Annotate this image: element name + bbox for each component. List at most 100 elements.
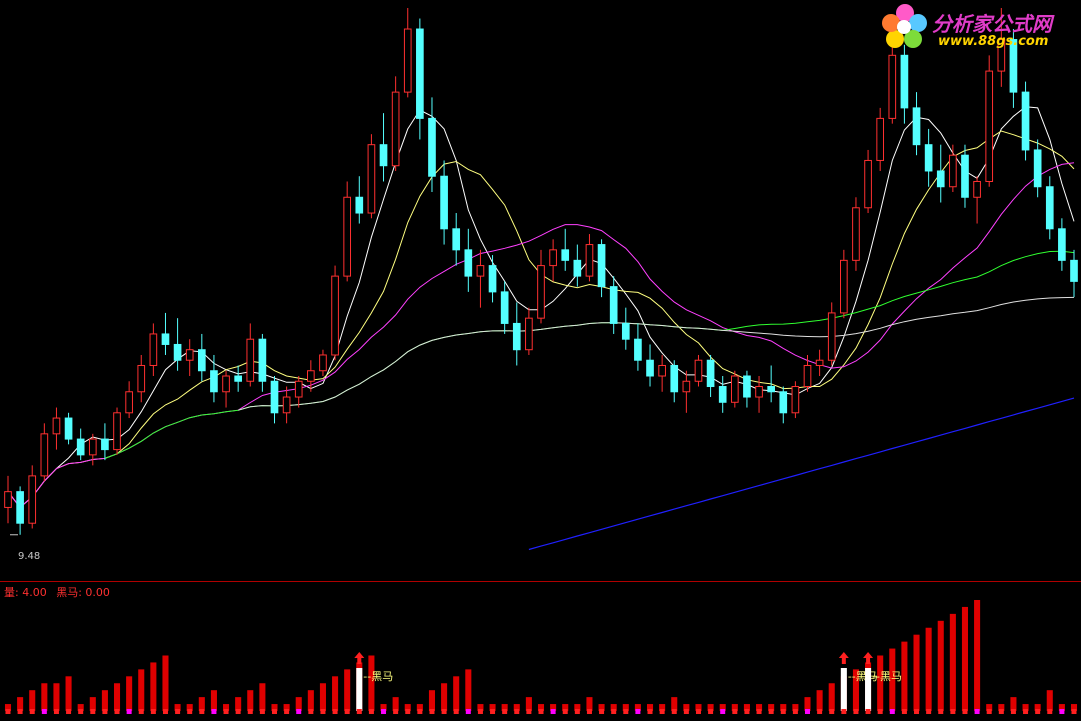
candle-body <box>307 370 315 382</box>
candle-body <box>343 196 352 277</box>
volume-bar <box>937 620 944 711</box>
baseline-dot <box>138 709 144 714</box>
up-arrow-icon <box>838 652 849 664</box>
candle-body <box>730 375 739 403</box>
candle-body <box>185 349 194 361</box>
baseline-dot <box>429 709 435 714</box>
candle-body <box>222 375 230 393</box>
baseline-dot <box>114 709 120 714</box>
up-arrow-icon <box>863 652 874 664</box>
baseline-dot <box>792 709 798 714</box>
stock-chart: --黑马 --黑马--黑马 <box>4 8 1078 714</box>
candle-body <box>500 291 509 324</box>
up-arrow-icon <box>354 652 365 664</box>
heima-signal-label: --黑马 <box>363 670 393 683</box>
volume-bar <box>913 634 920 711</box>
baseline-dot <box>41 709 47 714</box>
baseline-dot <box>477 709 483 714</box>
volume-bar <box>41 683 48 711</box>
indicator-legend: 量: 4.00 黑马: 0.00 <box>4 584 116 600</box>
baseline-dot <box>465 709 471 714</box>
volume-bar <box>210 690 217 711</box>
baseline-dot <box>296 709 302 714</box>
baseline-dot <box>356 709 362 714</box>
baseline-dot <box>90 709 96 714</box>
baseline-dot <box>671 709 677 714</box>
heima-signal-bar <box>840 668 847 711</box>
candle-body <box>597 244 606 288</box>
candle-body <box>428 117 436 177</box>
baseline-dot <box>998 709 1004 714</box>
baseline-dot <box>17 709 23 714</box>
candle-body <box>961 154 969 198</box>
candle-body <box>331 275 339 356</box>
candlesticks <box>4 8 1078 536</box>
candle-body <box>282 396 291 414</box>
baseline-dot <box>344 709 350 714</box>
volume-bar <box>126 676 133 711</box>
candle-body <box>779 391 788 414</box>
candle-body <box>973 180 981 198</box>
candle-body <box>52 417 61 435</box>
candle-body <box>1021 91 1030 151</box>
candle-body <box>234 375 242 382</box>
baseline-dot <box>368 709 374 714</box>
candle-body <box>161 333 170 345</box>
watermark-logo: 分析家公式网 www.88gs.com <box>880 2 1078 54</box>
candle-body <box>1033 149 1042 188</box>
candle-body <box>755 386 763 398</box>
baseline-dot <box>720 709 726 714</box>
baseline-dot <box>841 709 847 714</box>
ma120-line <box>238 296 1075 411</box>
volume-bar <box>804 697 811 711</box>
volume-bar <box>162 655 169 711</box>
candle-body <box>864 159 872 209</box>
candle-body <box>827 312 836 361</box>
candle-body <box>4 491 12 508</box>
baseline-dot <box>405 709 411 714</box>
baseline-dot <box>29 709 35 714</box>
volume-bar <box>17 697 24 711</box>
baseline-dot <box>1035 709 1041 714</box>
baseline-dot <box>901 709 907 714</box>
candle-body <box>525 317 533 351</box>
baseline-dot <box>308 709 314 714</box>
baseline-dot <box>877 709 883 714</box>
volume-bar <box>368 655 375 711</box>
baseline-dot <box>623 709 629 714</box>
ma250-line <box>528 397 1075 551</box>
baseline-dot <box>393 709 399 714</box>
candle-body <box>40 433 49 477</box>
baseline-dot <box>647 709 653 714</box>
candle-body <box>464 249 473 277</box>
candle-body <box>488 265 497 293</box>
candle-body <box>791 386 800 414</box>
baseline-dot <box>1023 709 1029 714</box>
volume-bar <box>138 669 145 711</box>
baseline-dot <box>223 709 229 714</box>
candle-body <box>355 196 364 214</box>
baseline-dot <box>962 709 968 714</box>
candle-body <box>258 338 267 382</box>
baseline-dot <box>199 709 205 714</box>
candle-body <box>936 170 945 188</box>
baseline-dot <box>453 709 459 714</box>
volume-bar <box>307 690 314 711</box>
volume-bar <box>89 697 96 711</box>
baseline-dot <box>768 709 774 714</box>
candle-body <box>1045 186 1054 230</box>
candle-body <box>912 107 921 146</box>
baseline-dot <box>780 709 786 714</box>
candle-body <box>294 380 303 398</box>
candle-body <box>767 386 775 393</box>
candle-body <box>682 380 691 393</box>
volume-bars <box>4 600 1078 711</box>
candle-body <box>197 349 206 372</box>
candle-body <box>440 175 448 230</box>
candle-body <box>621 322 630 340</box>
candle-body <box>379 144 388 167</box>
baseline-dot <box>381 709 387 714</box>
candle-body <box>900 54 909 109</box>
candle-body <box>476 265 485 277</box>
low-price-value: 9.48 <box>18 551 41 562</box>
